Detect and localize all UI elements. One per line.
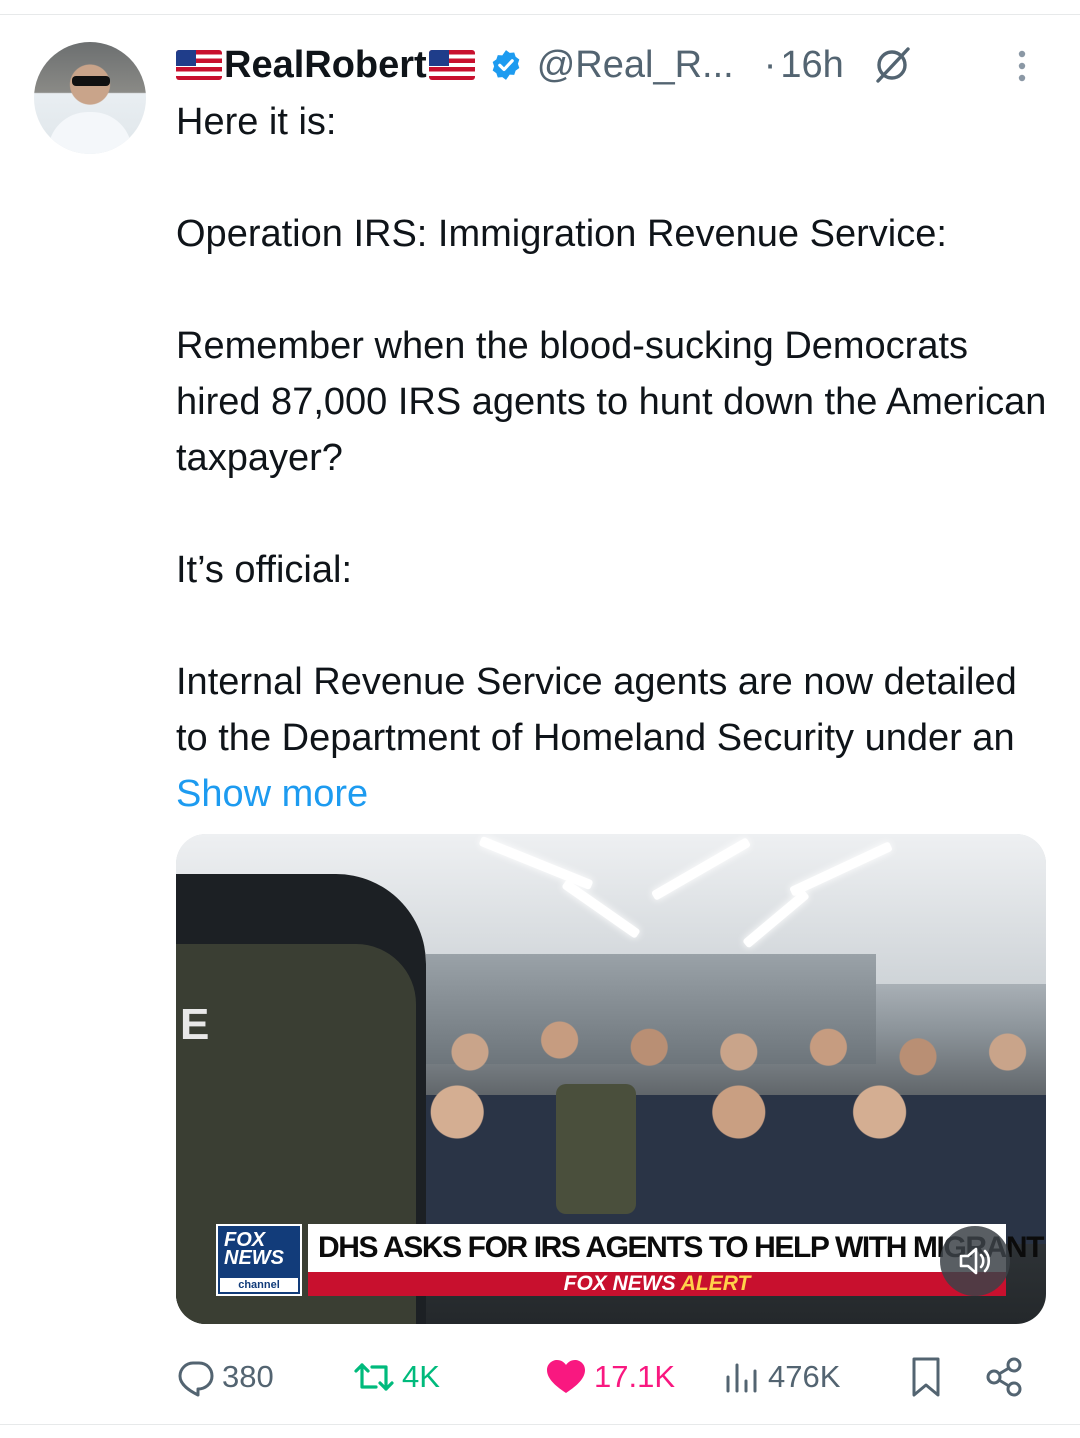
headline-bar: DHS ASKS FOR IRS AGENTS TO HELP WITH MIG… <box>308 1224 1046 1272</box>
video-media[interactable]: E FOX NEWS channel DHS ASKS FOR IRS AGEN… <box>176 834 1046 1324</box>
reply-count: 380 <box>222 1359 274 1394</box>
police-vest <box>556 1084 636 1214</box>
seated-crowd <box>406 1004 1046 1244</box>
top-divider <box>0 14 1080 15</box>
tweet-paragraph-last: Internal Revenue Service agents are now … <box>176 654 1056 822</box>
share-button[interactable] <box>982 1352 1032 1402</box>
vest-label: E <box>180 1000 210 1049</box>
fox-news-logo: FOX NEWS channel <box>216 1224 302 1296</box>
tweet-paragraph: Remember when the blood-sucking Democrat… <box>176 325 1047 479</box>
views-count: 476K <box>768 1359 841 1394</box>
avatar[interactable] <box>34 42 146 154</box>
verified-badge-icon[interactable] <box>489 48 523 82</box>
news-chyron: FOX NEWS channel DHS ASKS FOR IRS AGENTS… <box>216 1224 1046 1296</box>
reply-button[interactable]: 380 <box>176 1352 274 1402</box>
like-button[interactable]: 17.1K <box>544 1352 675 1402</box>
tweet-actions: 380 4K 17.1K 476K <box>176 1352 1036 1402</box>
grok-icon[interactable] <box>870 43 914 87</box>
us-flag-icon <box>428 50 475 80</box>
tweet-paragraph: Here it is: <box>176 101 337 143</box>
separator-dot: · <box>763 43 777 86</box>
speaker-icon <box>959 1247 991 1275</box>
bookmark-icon <box>912 1357 940 1397</box>
tweet-paragraph-text: Internal Revenue Service agents are now … <box>176 661 1017 759</box>
show-more-link[interactable]: Show more <box>176 773 368 815</box>
tweet-paragraph: It’s official: <box>176 549 353 591</box>
alert-word: ALERT <box>680 1272 751 1295</box>
repost-button[interactable]: 4K <box>352 1352 440 1402</box>
display-name[interactable]: RealRobert <box>224 44 427 87</box>
tweet-paragraph: Operation IRS: Immigration Revenue Servi… <box>176 213 947 255</box>
mute-button[interactable] <box>940 1226 1010 1296</box>
timestamp[interactable]: 16h <box>780 44 843 87</box>
heart-icon <box>547 1360 585 1393</box>
avatar-sunglasses <box>72 76 110 86</box>
bottom-divider <box>0 1424 1080 1425</box>
views-button[interactable]: 476K <box>722 1352 840 1402</box>
chyron-headline: DHS ASKS FOR IRS AGENTS TO HELP WITH MIG… <box>318 1231 1046 1264</box>
handle[interactable]: @Real_R... <box>537 44 734 87</box>
share-icon <box>986 1357 1022 1397</box>
us-flag-icon <box>176 50 222 80</box>
logo-word-sub: channel <box>220 1278 298 1292</box>
views-icon <box>726 1363 757 1393</box>
alert-bar: FOX NEWS ALERT <box>308 1272 1006 1296</box>
alert-prefix: FOX NEWS <box>563 1272 676 1295</box>
bookmark-button[interactable] <box>906 1352 952 1402</box>
repost-count: 4K <box>402 1359 440 1394</box>
tweet-header: RealRobert @Real_R... · 16h <box>176 40 914 90</box>
logo-word-bottom: NEWS <box>224 1247 284 1269</box>
tweet-text: Here it is: Operation IRS: Immigration R… <box>176 94 1056 822</box>
avatar-shirt <box>48 112 132 154</box>
repost-icon <box>354 1363 394 1391</box>
reply-icon <box>178 1361 214 1397</box>
like-count: 17.1K <box>594 1359 676 1394</box>
more-icon[interactable] <box>1012 46 1032 86</box>
